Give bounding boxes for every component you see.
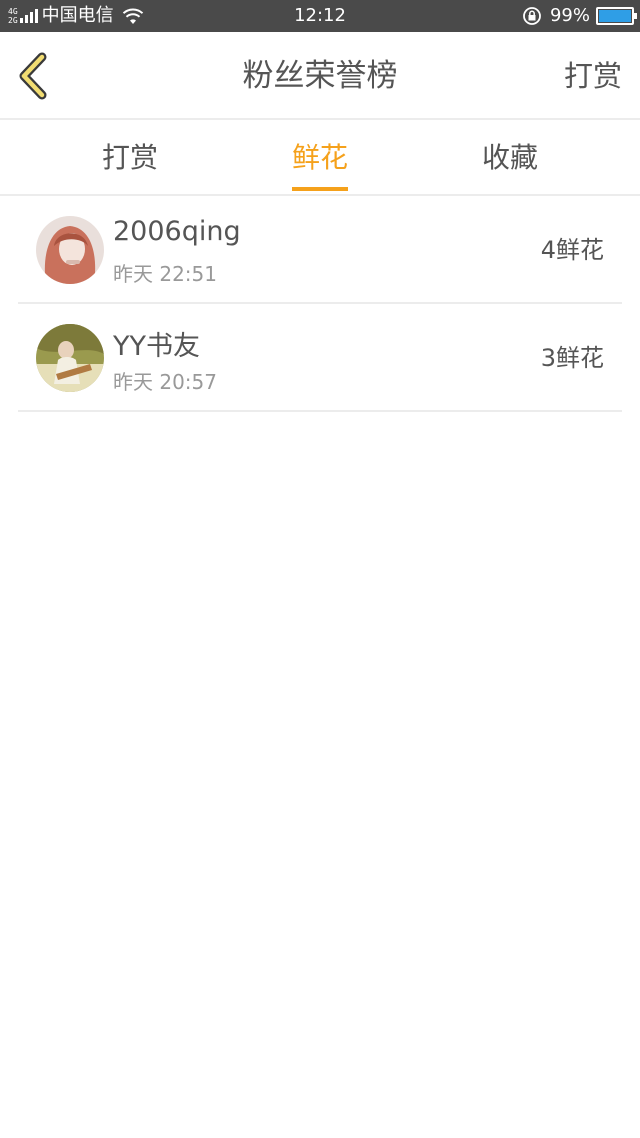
status-bar: 4G 2G 中国电信 12:12 99% bbox=[0, 0, 640, 32]
timestamp: 昨天 22:51 bbox=[113, 262, 217, 286]
timestamp: 昨天 20:57 bbox=[113, 370, 217, 394]
fan-list: 2006qing 昨天 22:51 4鲜花 YY书友 昨天 20:57 3鲜花 bbox=[18, 196, 622, 412]
tab-flowers[interactable]: 鲜花 bbox=[220, 121, 420, 194]
list-item[interactable]: 2006qing 昨天 22:51 4鲜花 bbox=[18, 196, 622, 304]
avatar[interactable] bbox=[36, 324, 104, 392]
user-name: 2006qing bbox=[113, 216, 241, 247]
battery-percent: 99% bbox=[549, 5, 590, 26]
tip-button[interactable]: 打赏 bbox=[564, 32, 622, 120]
active-tab-indicator bbox=[292, 187, 348, 191]
list-item[interactable]: YY书友 昨天 20:57 3鲜花 bbox=[18, 304, 622, 412]
user-name: YY书友 bbox=[113, 331, 200, 362]
flower-count: 3鲜花 bbox=[540, 344, 604, 372]
rotation-lock-icon bbox=[523, 7, 541, 25]
tab-flowers-label: 鲜花 bbox=[291, 141, 348, 174]
nav-bar: 粉丝荣誉榜 打赏 bbox=[0, 32, 640, 120]
tab-bar: 打赏 鲜花 收藏 bbox=[0, 121, 640, 196]
battery-icon bbox=[596, 7, 637, 25]
status-right: 99% bbox=[522, 0, 637, 32]
tab-tip[interactable]: 打赏 bbox=[30, 121, 230, 194]
battery-fill bbox=[599, 10, 631, 22]
tab-favorites[interactable]: 收藏 bbox=[410, 121, 610, 194]
page-title: 粉丝荣誉榜 bbox=[242, 58, 398, 94]
flower-count: 4鲜花 bbox=[540, 236, 604, 264]
avatar[interactable] bbox=[36, 216, 104, 284]
